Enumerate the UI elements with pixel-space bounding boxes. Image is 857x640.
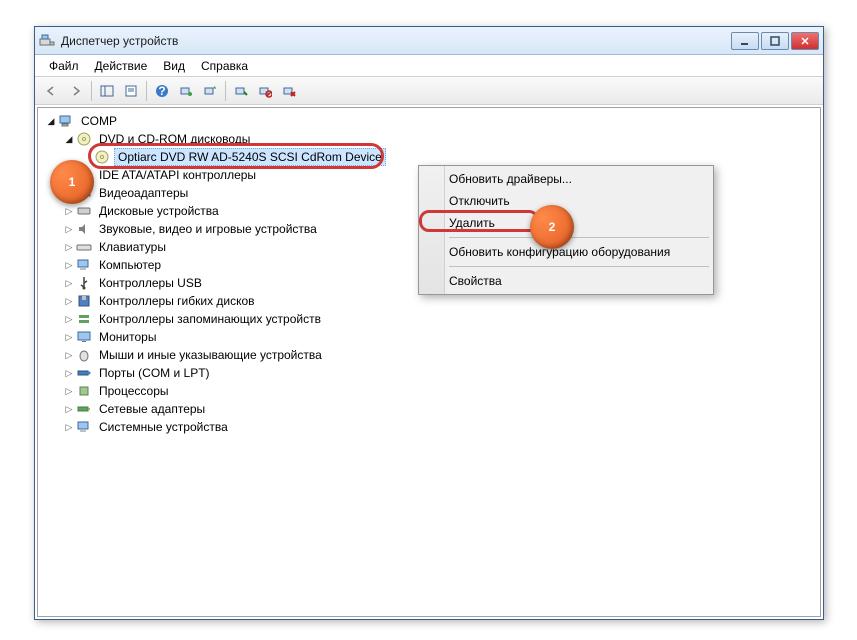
dvd-icon <box>76 131 92 147</box>
nav-forward-button[interactable] <box>65 80 87 102</box>
separator <box>449 237 709 238</box>
expand-icon[interactable]: ▷ <box>62 402 76 416</box>
tree-category[interactable]: ▷Мониторы <box>40 328 818 346</box>
tree-category[interactable]: ◢ DVD и CD-ROM дисководы <box>40 130 818 148</box>
sound-icon <box>76 221 92 237</box>
update-driver-button[interactable] <box>199 80 221 102</box>
mouse-icon <box>76 347 92 363</box>
svg-text:?: ? <box>158 84 165 98</box>
expand-icon[interactable]: ▷ <box>62 420 76 434</box>
properties-button[interactable] <box>120 80 142 102</box>
monitor-icon <box>76 329 92 345</box>
menu-view[interactable]: Вид <box>155 57 193 75</box>
tree-category[interactable]: ▷Контроллеры запоминающих устройств <box>40 310 818 328</box>
device-manager-window: Диспетчер устройств Файл Действие Вид Сп… <box>34 26 824 620</box>
category-label: DVD и CD-ROM дисководы <box>96 131 253 147</box>
enable-button[interactable] <box>230 80 252 102</box>
marker-1: 1 <box>50 160 94 204</box>
show-hide-tree-button[interactable] <box>96 80 118 102</box>
minimize-button[interactable] <box>731 32 759 50</box>
tree-category[interactable]: ▷Системные устройства <box>40 418 818 436</box>
menu-help[interactable]: Справка <box>193 57 256 75</box>
tree-category[interactable]: ▷Порты (COM и LPT) <box>40 364 818 382</box>
computer-icon <box>58 113 74 129</box>
expand-icon[interactable]: ▷ <box>62 384 76 398</box>
ctx-properties[interactable]: Свойства <box>421 270 711 292</box>
menubar: Файл Действие Вид Справка <box>35 55 823 77</box>
ports-icon <box>76 365 92 381</box>
uninstall-button[interactable] <box>278 80 300 102</box>
window-title: Диспетчер устройств <box>61 34 731 48</box>
expand-icon[interactable]: ▷ <box>62 348 76 362</box>
system-icon <box>76 419 92 435</box>
expand-icon[interactable]: ▷ <box>62 366 76 380</box>
disk-icon <box>76 203 92 219</box>
tree-category[interactable]: ▷Мыши и иные указывающие устройства <box>40 346 818 364</box>
menu-action[interactable]: Действие <box>87 57 156 75</box>
usb-icon <box>76 275 92 291</box>
ctx-disable[interactable]: Отключить <box>421 190 711 212</box>
ctx-update-drivers[interactable]: Обновить драйверы... <box>421 168 711 190</box>
toolbar: ? <box>35 77 823 105</box>
dvd-icon <box>94 149 110 165</box>
expand-icon[interactable]: ▷ <box>62 258 76 272</box>
ctx-scan-hardware[interactable]: Обновить конфигурацию оборудования <box>421 241 711 263</box>
tree-category[interactable]: ▷Сетевые адаптеры <box>40 400 818 418</box>
expand-icon[interactable]: ▷ <box>62 312 76 326</box>
scan-hardware-button[interactable] <box>175 80 197 102</box>
expand-icon[interactable]: ▷ <box>62 294 76 308</box>
titlebar[interactable]: Диспетчер устройств <box>35 27 823 55</box>
app-icon <box>39 33 55 49</box>
computer-icon <box>76 257 92 273</box>
disable-button[interactable] <box>254 80 276 102</box>
nav-back-button[interactable] <box>41 80 63 102</box>
root-label: COMP <box>78 113 120 129</box>
expand-icon[interactable]: ▷ <box>62 204 76 218</box>
expand-icon[interactable]: ◢ <box>62 132 76 146</box>
expand-icon[interactable]: ▷ <box>62 222 76 236</box>
expand-icon[interactable]: ◢ <box>44 114 58 128</box>
cpu-icon <box>76 383 92 399</box>
separator <box>449 266 709 267</box>
floppy-icon <box>76 293 92 309</box>
maximize-button[interactable] <box>761 32 789 50</box>
network-icon <box>76 401 92 417</box>
expand-icon[interactable]: ▷ <box>62 240 76 254</box>
device-label: Optiarc DVD RW AD-5240S SCSI CdRom Devic… <box>114 148 386 166</box>
expand-icon[interactable]: ▷ <box>62 330 76 344</box>
tree-category[interactable]: ▷Процессоры <box>40 382 818 400</box>
tree-device-selected[interactable]: Optiarc DVD RW AD-5240S SCSI CdRom Devic… <box>40 148 818 166</box>
tree-root[interactable]: ◢ COMP <box>40 112 818 130</box>
help-button[interactable]: ? <box>151 80 173 102</box>
menu-file[interactable]: Файл <box>41 57 87 75</box>
expand-icon[interactable]: ▷ <box>62 276 76 290</box>
close-button[interactable] <box>791 32 819 50</box>
keyboard-icon <box>76 239 92 255</box>
storage-icon <box>76 311 92 327</box>
marker-2: 2 <box>530 205 574 249</box>
